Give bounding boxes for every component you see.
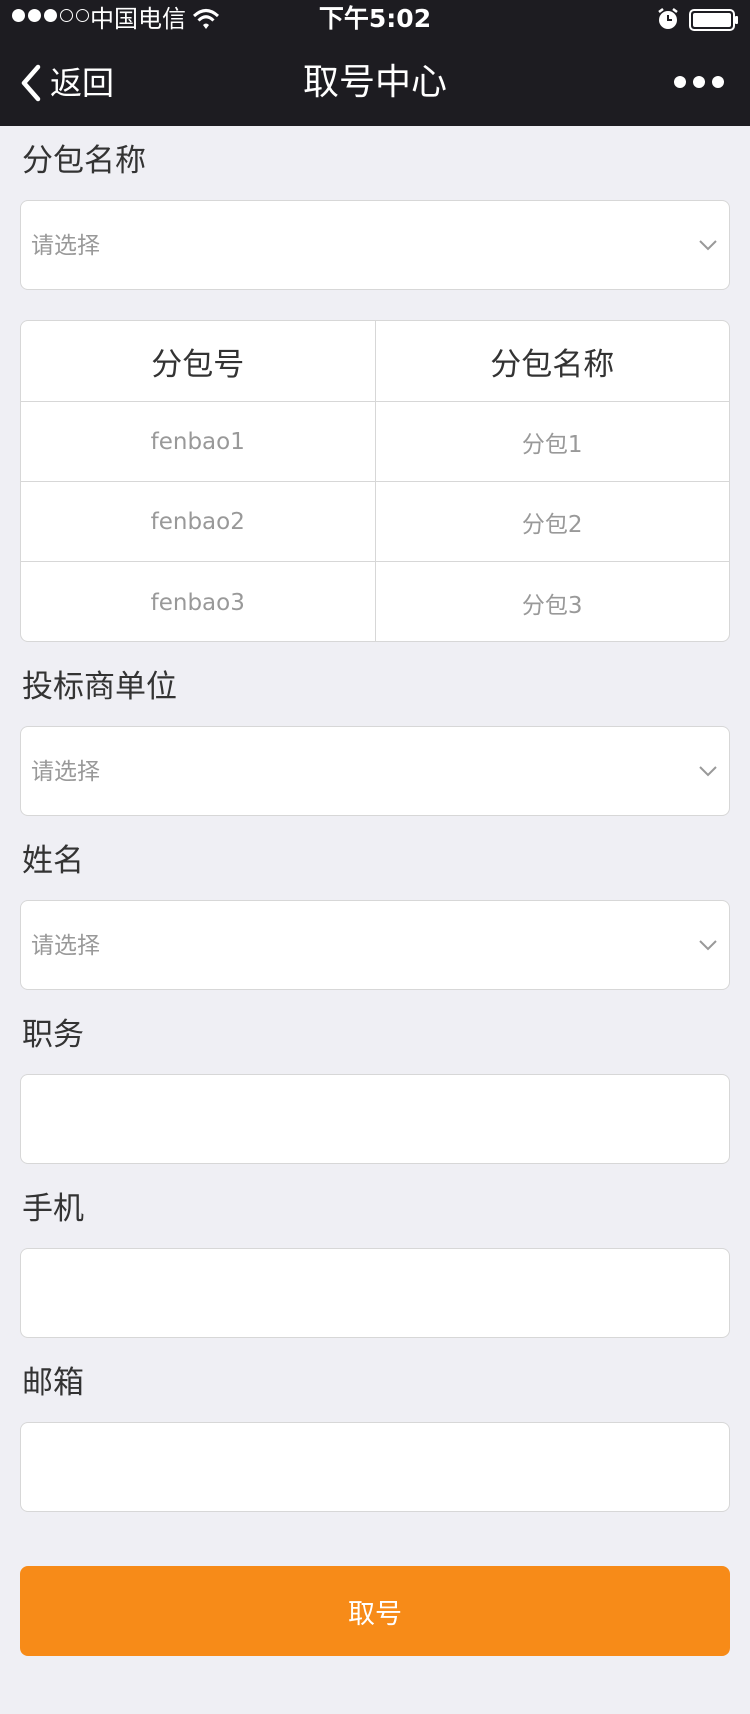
package-table: 分包号 分包名称 fenbao1 分包1 fenbao2 分包2 fenbao3… bbox=[20, 320, 730, 642]
position-input[interactable] bbox=[20, 1074, 730, 1164]
nav-bar: 返回 取号中心 bbox=[0, 40, 750, 126]
name-select[interactable]: 请选择 bbox=[20, 900, 730, 990]
bidder-unit-label: 投标商单位 bbox=[22, 669, 177, 705]
package-name-label: 分包名称 bbox=[22, 143, 146, 179]
email-label: 邮箱 bbox=[22, 1365, 84, 1401]
page-title: 取号中心 bbox=[302, 62, 447, 103]
email-input[interactable] bbox=[20, 1422, 730, 1512]
more-options-icon[interactable] bbox=[674, 72, 724, 92]
table-cell: 分包1 bbox=[521, 431, 583, 458]
status-time: 下午5:02 bbox=[318, 4, 432, 33]
table-cell: fenbao2 bbox=[21, 482, 376, 561]
bidder-unit-placeholder: 请选择 bbox=[31, 759, 100, 785]
phone-input[interactable] bbox=[20, 1248, 730, 1338]
name-placeholder: 请选择 bbox=[31, 933, 100, 959]
bidder-unit-select[interactable]: 请选择 bbox=[20, 726, 730, 816]
table-header-cell: 分包名称 bbox=[490, 346, 615, 383]
get-number-button[interactable]: 取号 bbox=[20, 1566, 730, 1656]
battery-icon bbox=[689, 9, 738, 31]
status-bar: 中国电信 下午5:02 bbox=[0, 0, 750, 40]
table-cell: 分包2 bbox=[521, 511, 583, 538]
package-name-placeholder: 请选择 bbox=[31, 233, 100, 259]
table-row[interactable]: fenbao2 分包2 bbox=[21, 482, 729, 562]
table-header-cell: 分包号 bbox=[21, 321, 376, 401]
table-row[interactable]: fenbao1 分包1 bbox=[21, 402, 729, 482]
chevron-down-icon bbox=[699, 766, 717, 777]
alarm-icon bbox=[658, 8, 678, 29]
position-label: 职务 bbox=[22, 1017, 84, 1053]
chevron-down-icon bbox=[699, 940, 717, 951]
table-header-row: 分包号 分包名称 bbox=[21, 321, 729, 402]
phone-label: 手机 bbox=[22, 1191, 84, 1227]
table-cell: fenbao1 bbox=[21, 402, 376, 481]
chevron-down-icon bbox=[699, 240, 717, 251]
name-label: 姓名 bbox=[22, 843, 84, 879]
table-cell: 分包3 bbox=[521, 592, 583, 619]
table-row[interactable]: fenbao3 分包3 bbox=[21, 562, 729, 641]
table-cell: fenbao3 bbox=[21, 562, 376, 641]
package-name-select[interactable]: 请选择 bbox=[20, 200, 730, 290]
